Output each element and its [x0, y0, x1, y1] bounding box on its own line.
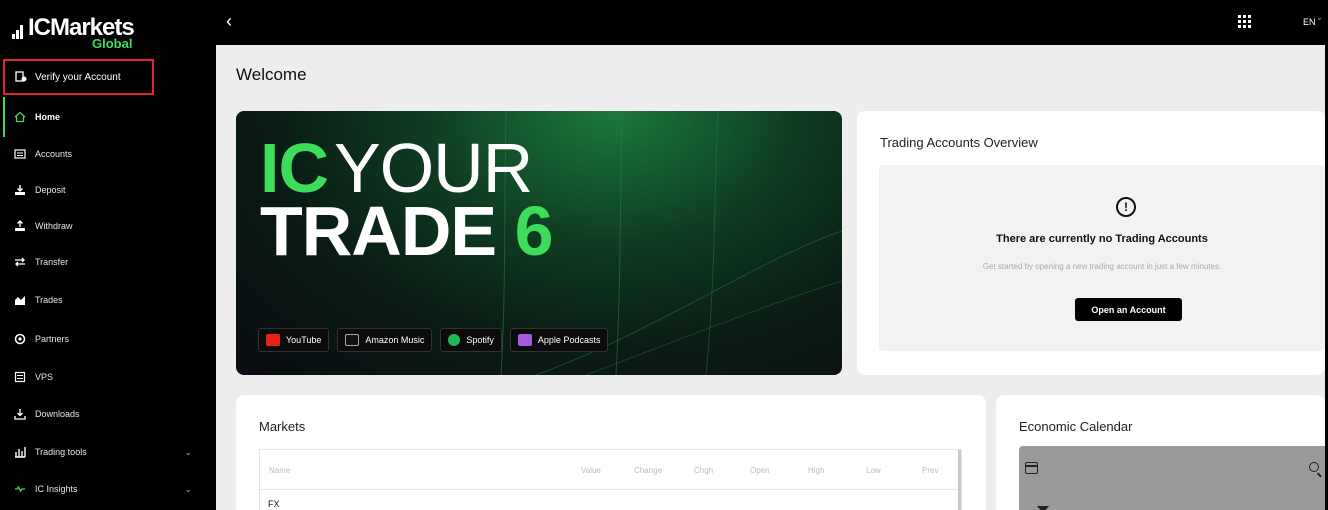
sidebar-item-label: VPS	[35, 372, 54, 382]
podcast-platforms: YouTube Amazon Music Spotify Apple Podca…	[258, 328, 609, 352]
column-header-prev[interactable]: Prev	[922, 466, 938, 475]
search-icon[interactable]	[1309, 462, 1319, 472]
amazon-music-button[interactable]: Amazon Music	[337, 328, 433, 352]
economic-calendar-widget	[1019, 446, 1325, 510]
sidebar-item-label: Home	[35, 112, 61, 122]
column-header-low[interactable]: Low	[866, 466, 881, 475]
collapse-sidebar-icon[interactable]: ‹	[226, 11, 232, 32]
sidebar-item-label: IC Insights	[35, 484, 78, 494]
markets-table-header: Name Value Change Chgh Open High Low Pre…	[260, 450, 961, 490]
youtube-icon	[266, 334, 280, 346]
column-header-high[interactable]: High	[808, 466, 824, 475]
ic-markets-logo[interactable]: ICMarkets Global	[12, 12, 142, 52]
column-header-open[interactable]: Open	[750, 466, 770, 475]
markets-card: Markets Name Value Change Chgh Open High…	[236, 395, 986, 510]
language-label: EN	[1303, 17, 1316, 27]
sidebar-item-transfer[interactable]: Transfer	[0, 247, 216, 277]
sidebar-item-label: Transfer	[35, 257, 69, 267]
ic-insights-icon	[15, 485, 25, 493]
vps-icon	[14, 371, 26, 383]
home-icon	[14, 111, 26, 123]
markets-scrollbar[interactable]	[958, 450, 961, 510]
withdraw-icon	[15, 220, 25, 231]
market-group-fx[interactable]: FX	[268, 499, 280, 509]
empty-state-message: There are currently no Trading Accounts	[996, 233, 1208, 245]
logo-bars-icon	[12, 25, 26, 39]
verify-icon	[15, 71, 27, 82]
sidebar-item-home[interactable]: Home	[0, 97, 216, 137]
deposit-icon	[15, 185, 25, 195]
markets-table: Name Value Change Chgh Open High Low Pre…	[259, 449, 962, 510]
open-account-button[interactable]: Open an Account	[1075, 298, 1182, 321]
sidebar-item-trading-tools[interactable]: Trading tools ⌄	[0, 437, 216, 467]
trading-accounts-overview-card: Trading Accounts Overview ! There are cu…	[857, 111, 1325, 375]
sidebar-item-label: Accounts	[35, 149, 73, 159]
youtube-button[interactable]: YouTube	[258, 328, 330, 352]
sidebar-item-downloads[interactable]: Downloads	[0, 399, 216, 429]
apple-podcasts-button[interactable]: Apple Podcasts	[509, 328, 609, 352]
column-header-name[interactable]: Name	[269, 466, 290, 475]
sidebar-item-label: Trades	[35, 295, 63, 305]
sidebar-item-label: Deposit	[35, 185, 66, 195]
apple-podcasts-icon	[517, 334, 532, 346]
alert-circle-icon: !	[1116, 197, 1136, 217]
caret-down-icon[interactable]	[1037, 506, 1049, 510]
sidebar-item-accounts[interactable]: Accounts	[0, 139, 216, 169]
main-content: Welcome ICYOUR TRADE 6 YouTube Amazon Mu…	[216, 45, 1325, 510]
trading-tools-icon	[15, 447, 26, 458]
empty-state-subtext: Get started by opening a new trading acc…	[982, 262, 1222, 271]
calendar-icon[interactable]	[1025, 462, 1038, 474]
column-header-chgh[interactable]: Chgh	[694, 466, 713, 475]
empty-state-panel: ! There are currently no Trading Account…	[879, 165, 1325, 351]
sidebar-item-label: Partners	[35, 334, 70, 344]
transfer-icon	[15, 257, 25, 267]
promo-banner[interactable]: ICYOUR TRADE 6 YouTube Amazon Music Spot…	[236, 111, 842, 375]
apps-grid-icon[interactable]	[1238, 15, 1251, 28]
column-header-value[interactable]: Value	[581, 466, 601, 475]
markets-title: Markets	[259, 419, 306, 434]
sidebar-item-vps[interactable]: VPS	[0, 362, 216, 392]
sidebar-item-label: Downloads	[35, 409, 80, 419]
verify-account-label: Verify your Account	[35, 71, 121, 83]
page-title: Welcome	[236, 65, 307, 84]
accounts-icon	[14, 149, 26, 159]
spotify-icon	[448, 334, 461, 346]
amazon-music-icon	[345, 334, 360, 346]
top-bar: ‹ EN ˇ	[216, 0, 1328, 45]
sidebar: ICMarkets Global Verify your Account Hom…	[0, 0, 216, 510]
banner-six: 6	[514, 192, 554, 270]
chevron-down-icon: ⌄	[184, 446, 192, 457]
partners-icon	[14, 333, 26, 345]
sidebar-item-deposit[interactable]: Deposit	[0, 175, 216, 205]
chevron-down-icon: ⌄	[184, 483, 192, 494]
sidebar-item-partners[interactable]: Partners	[0, 324, 216, 354]
downloads-icon	[14, 409, 26, 420]
sidebar-item-trades[interactable]: Trades	[0, 285, 216, 315]
economic-calendar-card: Economic Calendar	[996, 395, 1325, 510]
trading-accounts-overview-title: Trading Accounts Overview	[880, 135, 1038, 150]
sidebar-item-label: Trading tools	[35, 447, 87, 457]
economic-calendar-title: Economic Calendar	[1019, 419, 1133, 434]
banner-trade: TRADE	[260, 192, 497, 270]
logo-ic: IC	[28, 14, 51, 41]
language-selector[interactable]: EN ˇ	[1303, 17, 1321, 27]
trades-icon	[15, 296, 25, 305]
column-header-change[interactable]: Change	[634, 466, 662, 475]
sidebar-item-ic-insights[interactable]: IC Insights ⌄	[0, 474, 216, 504]
sidebar-item-label: Withdraw	[35, 221, 73, 231]
spotify-button[interactable]: Spotify	[440, 328, 502, 352]
logo-global: Global	[92, 36, 133, 51]
verify-account-button[interactable]: Verify your Account	[3, 59, 154, 95]
sidebar-item-withdraw[interactable]: Withdraw	[0, 211, 216, 241]
